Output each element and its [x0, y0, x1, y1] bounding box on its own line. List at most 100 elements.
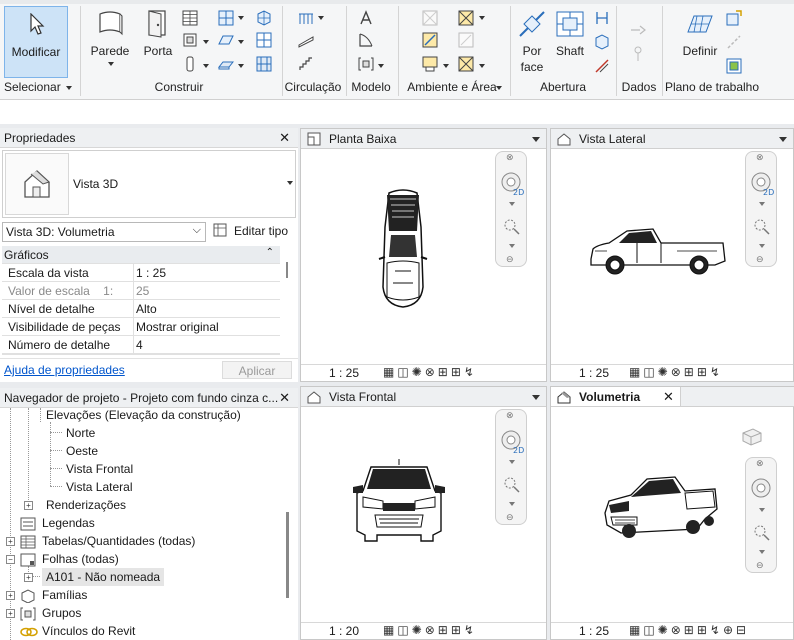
- view-scale[interactable]: 1 : 25: [579, 366, 609, 380]
- property-value[interactable]: Mostrar original: [136, 320, 276, 334]
- property-row[interactable]: Escala da vista 1 : 25: [2, 264, 280, 282]
- collapse-icon[interactable]: ⊖: [506, 254, 514, 265]
- view-side[interactable]: Vista Lateral ⊗ 2D ⊖ 1 : 25 ▦◫✺⊗⊞⊞↯: [550, 128, 794, 382]
- chevron-down-icon[interactable]: [238, 64, 244, 68]
- property-row[interactable]: Visibilidade de peças Mostrar original: [2, 318, 280, 336]
- close-icon[interactable]: ⊗: [756, 152, 764, 163]
- view-tab-plan[interactable]: Planta Baixa: [301, 129, 546, 149]
- close-icon[interactable]: ⊗: [756, 458, 764, 469]
- by-face-button[interactable]: Por face: [514, 6, 550, 76]
- property-row[interactable]: Nível de detalhe Alto: [2, 300, 280, 318]
- steering-wheel-icon[interactable]: 2D: [750, 170, 774, 196]
- view-scale[interactable]: 1 : 25: [329, 366, 359, 380]
- close-icon[interactable]: ✕: [663, 389, 674, 405]
- vertical-opening-icon[interactable]: [594, 34, 610, 50]
- tree-node-schedules[interactable]: Tabelas/Quantidades (todas): [42, 534, 195, 548]
- model-text-icon[interactable]: [358, 10, 374, 26]
- view-control-icons[interactable]: ▦◫✺⊗⊞⊞↯: [383, 365, 477, 379]
- window-icon[interactable]: [182, 10, 198, 26]
- expand-icon[interactable]: +: [24, 573, 33, 582]
- chevron-down-icon[interactable]: [779, 137, 787, 142]
- chevron-down-icon[interactable]: [479, 16, 485, 20]
- chevron-down-icon[interactable]: [532, 395, 540, 400]
- scrollbar-thumb[interactable]: [286, 262, 288, 278]
- collapse-icon[interactable]: ⊖: [756, 254, 764, 265]
- chevron-down-icon[interactable]: [238, 16, 244, 20]
- area-tag-icon[interactable]: [458, 56, 474, 72]
- view-tab-front[interactable]: Vista Frontal: [301, 387, 546, 407]
- room-icon[interactable]: [422, 10, 438, 26]
- grid-datum-icon[interactable]: [630, 46, 646, 62]
- chevron-down-icon[interactable]: [203, 40, 209, 44]
- expand-icon[interactable]: +: [24, 501, 33, 510]
- area-boundary-icon[interactable]: [458, 32, 474, 48]
- room-area-panel-label[interactable]: Ambiente e Área: [398, 80, 506, 96]
- apply-button[interactable]: Aplicar: [222, 361, 292, 379]
- ref-plane-icon[interactable]: [726, 34, 742, 50]
- curtain-system-icon[interactable]: [256, 10, 272, 26]
- navigation-bar[interactable]: ⊗ 2D ⊖: [745, 151, 777, 267]
- mullion-icon[interactable]: [256, 56, 272, 72]
- view-plan[interactable]: Planta Baixa ⊗ 2D ⊖ 1 : 25 ▦◫✺⊗⊞⊞↯: [300, 128, 547, 382]
- set-workplane-button[interactable]: Definir: [680, 6, 720, 72]
- floor-icon[interactable]: [218, 56, 234, 72]
- view-tab-side[interactable]: Vista Lateral: [551, 129, 793, 149]
- graphics-group-header[interactable]: Gráficos ⌃: [2, 246, 280, 264]
- view-front[interactable]: Vista Frontal ⊗ 2D ⊖ 1 : 20 ▦◫✺⊗⊞⊞↯: [300, 386, 547, 640]
- chevron-down-icon[interactable]: [479, 64, 485, 68]
- chevron-down-icon[interactable]: [509, 502, 515, 506]
- instance-filter-combo[interactable]: Vista 3D: Volumetria ⌵: [2, 222, 206, 242]
- model-line-icon[interactable]: [358, 32, 374, 48]
- collapse-icon[interactable]: ⊖: [756, 560, 764, 571]
- zoom-icon[interactable]: [753, 218, 771, 236]
- viewer-icon[interactable]: [726, 58, 742, 74]
- chevron-down-icon[interactable]: [759, 244, 765, 248]
- dormer-opening-icon[interactable]: [594, 58, 610, 74]
- ramp-icon[interactable]: [298, 32, 314, 48]
- chevron-down-icon[interactable]: [378, 64, 384, 68]
- tree-node-side-view[interactable]: Vista Lateral: [66, 480, 133, 494]
- roof-icon[interactable]: [218, 10, 234, 26]
- chevron-down-icon[interactable]: [759, 550, 765, 554]
- stair-icon[interactable]: [298, 56, 314, 72]
- tree-node-legends[interactable]: Legendas: [42, 516, 95, 530]
- zoom-icon[interactable]: [503, 218, 521, 236]
- close-icon[interactable]: ⊗: [506, 410, 514, 421]
- collapse-icon[interactable]: −: [6, 555, 15, 564]
- chevron-down-icon[interactable]: [509, 202, 515, 206]
- property-value[interactable]: 4: [136, 338, 276, 352]
- property-value[interactable]: Alto: [136, 302, 276, 316]
- chevron-down-icon[interactable]: [759, 508, 765, 512]
- close-icon[interactable]: ✕: [279, 390, 290, 406]
- room-separator-icon[interactable]: [422, 56, 438, 72]
- wall-opening-icon[interactable]: [594, 10, 610, 26]
- tree-node-families[interactable]: Famílias: [42, 588, 87, 602]
- component-icon[interactable]: [182, 32, 198, 48]
- navigation-bar[interactable]: ⊗ 2D ⊖: [495, 409, 527, 525]
- curtain-grid-icon[interactable]: [256, 32, 272, 48]
- door-button[interactable]: Porta: [138, 6, 178, 72]
- expand-icon[interactable]: +: [6, 591, 15, 600]
- chevron-down-icon[interactable]: [287, 181, 293, 185]
- tree-node-sheet-a101[interactable]: A101 - Não nomeada: [46, 570, 160, 584]
- modify-button[interactable]: Modificar: [4, 6, 68, 78]
- view-control-icons[interactable]: ▦◫✺⊗⊞⊞↯: [383, 623, 477, 637]
- close-icon[interactable]: ✕: [279, 130, 290, 146]
- steering-wheel-icon[interactable]: 2D: [500, 170, 524, 196]
- collapse-icon[interactable]: ⌃: [266, 247, 274, 258]
- chevron-down-icon[interactable]: [318, 16, 324, 20]
- chevron-down-icon[interactable]: [238, 40, 244, 44]
- chevron-down-icon[interactable]: [532, 137, 540, 142]
- tree-node-sheets[interactable]: Folhas (todas): [42, 552, 119, 566]
- navigator-scrollbar-thumb[interactable]: [286, 512, 289, 598]
- steering-wheel-icon[interactable]: 2D: [500, 428, 524, 454]
- wall-button[interactable]: Parede: [86, 6, 134, 72]
- view-volumetric[interactable]: Volumetria ✕ ⊗ ⊖ 1 : 25 ▦◫✺⊗⊞⊞↯⊕⊟: [550, 386, 794, 640]
- railing-icon[interactable]: [298, 10, 314, 26]
- close-icon[interactable]: ⊗: [506, 152, 514, 163]
- chevron-down-icon[interactable]: [443, 64, 449, 68]
- type-selector[interactable]: Vista 3D: [2, 150, 296, 218]
- select-panel-label[interactable]: Selecionar: [4, 80, 76, 96]
- viewcube-icon[interactable]: [739, 425, 765, 447]
- show-workplane-icon[interactable]: [726, 10, 742, 26]
